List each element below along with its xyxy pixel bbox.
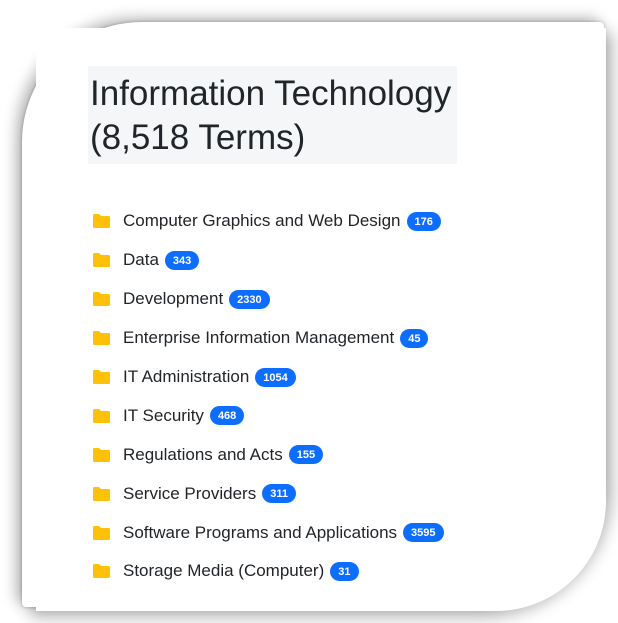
category-item-computer-graphics[interactable]: Computer Graphics and Web Design 176 bbox=[92, 202, 444, 241]
folder-icon bbox=[93, 292, 110, 307]
count-badge: 343 bbox=[164, 250, 200, 270]
count-badge: 31 bbox=[330, 561, 359, 581]
category-item-regulations-and-acts[interactable]: Regulations and Acts 155 bbox=[92, 435, 444, 474]
category-label[interactable]: Software Programs and Applications bbox=[123, 523, 397, 543]
count-badge: 176 bbox=[406, 211, 441, 231]
category-item-storage-media[interactable]: Storage Media (Computer) 31 bbox=[92, 552, 444, 591]
category-item-development[interactable]: Development 2330 bbox=[92, 280, 444, 319]
category-label[interactable]: Data bbox=[123, 250, 159, 270]
page-title-line-1: Information Technology bbox=[90, 74, 452, 113]
page-title: Information Technology (8,518 Terms) bbox=[88, 66, 458, 164]
category-item-service-providers[interactable]: Service Providers 311 bbox=[92, 474, 444, 513]
category-label[interactable]: Regulations and Acts bbox=[123, 445, 283, 465]
page-title-term-count: (8,518 Terms) bbox=[90, 118, 306, 157]
count-badge: 468 bbox=[209, 406, 245, 426]
category-item-enterprise-information-management[interactable]: Enterprise Information Management 45 bbox=[92, 319, 444, 358]
folder-icon bbox=[93, 331, 110, 346]
category-label[interactable]: Development bbox=[123, 289, 223, 309]
count-badge: 3595 bbox=[403, 523, 444, 543]
category-label[interactable]: IT Administration bbox=[123, 367, 249, 387]
count-badge: 2330 bbox=[229, 289, 270, 309]
category-label[interactable]: Service Providers bbox=[123, 484, 256, 504]
count-badge: 45 bbox=[400, 328, 429, 348]
folder-icon bbox=[93, 214, 110, 229]
folder-icon bbox=[93, 447, 110, 462]
screenshot-canvas: Information Technology (8,518 Terms) Com… bbox=[0, 0, 618, 623]
category-list: Computer Graphics and Web Design 176 Dat… bbox=[92, 202, 444, 591]
folder-icon bbox=[93, 408, 110, 423]
category-item-software-programs-and-applications[interactable]: Software Programs and Applications 3595 bbox=[92, 513, 444, 552]
folder-icon bbox=[93, 370, 110, 384]
folder-icon bbox=[93, 486, 110, 501]
count-badge: 155 bbox=[288, 445, 324, 465]
folder-icon bbox=[93, 564, 110, 579]
category-item-data[interactable]: Data 343 bbox=[92, 241, 444, 280]
count-badge: 311 bbox=[262, 484, 296, 504]
category-label[interactable]: Enterprise Information Management bbox=[123, 328, 394, 348]
category-label[interactable]: IT Security bbox=[123, 406, 204, 426]
category-item-it-administration[interactable]: IT Administration 1054 bbox=[92, 358, 444, 397]
category-label[interactable]: Computer Graphics and Web Design bbox=[123, 211, 401, 231]
folder-icon bbox=[93, 525, 110, 540]
count-badge: 1054 bbox=[255, 367, 296, 387]
folder-icon bbox=[93, 253, 110, 268]
category-item-it-security[interactable]: IT Security 468 bbox=[92, 396, 444, 435]
category-label[interactable]: Storage Media (Computer) bbox=[123, 561, 324, 581]
